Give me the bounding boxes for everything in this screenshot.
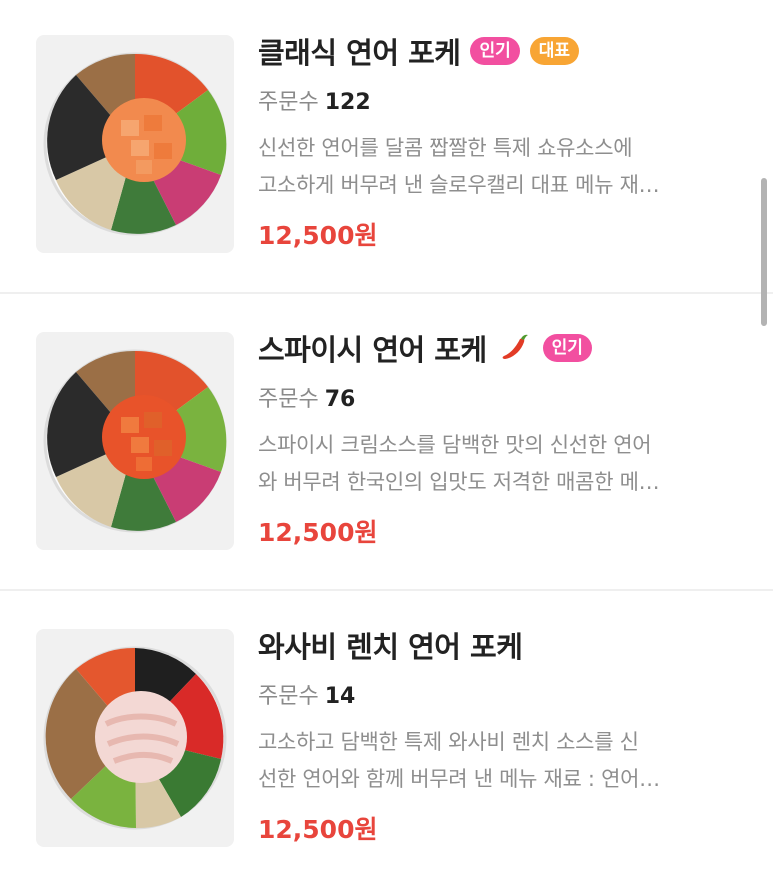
menu-item-title-row: 스파이시 연어 포케 인기 xyxy=(258,328,592,368)
menu-item-wasabi-ranch-salmon-poke[interactable]: 와사비 렌치 연어 포케 주문수 14 고소하고 담백한 특제 와사비 렌치 소스… xyxy=(0,594,773,890)
description-line: 신선한 연어를 달콤 짭짤한 특제 쇼유소스에 xyxy=(258,136,633,160)
order-count-label: 주문수 xyxy=(258,90,319,115)
menu-item-description: 고소하고 담백한 특제 와사비 렌치 소스를 신 선한 연어와 함께 버무려 낸… xyxy=(258,724,740,798)
menu-item-title: 클래식 연어 포케 xyxy=(258,36,461,70)
divider xyxy=(0,292,773,294)
menu-item-title-row: 와사비 렌치 연어 포케 xyxy=(258,625,523,665)
menu-item-classic-salmon-poke[interactable]: 클래식 연어 포케 인기 대표 주문수 122 신선한 연어를 달콤 짭짤한 특제… xyxy=(0,0,773,296)
signature-badge: 대표 xyxy=(529,37,580,65)
menu-item-description: 신선한 연어를 달콤 짭짤한 특제 쇼유소스에 고소하게 버무려 낸 슬로우캘리… xyxy=(258,130,740,204)
menu-item-price: 12,500원 xyxy=(258,518,378,547)
description-line: 와 버무려 한국인의 입맛도 저격한 매콤한 메… xyxy=(258,470,660,494)
description-line: 고소하고 담백한 특제 와사비 렌치 소스를 신 xyxy=(258,730,639,754)
chili-pepper-icon xyxy=(499,331,533,365)
menu-item-description: 스파이시 크림소스를 담백한 맛의 신선한 연어 와 버무려 한국인의 입맛도 … xyxy=(258,427,740,501)
order-count: 주문수 122 xyxy=(258,87,371,119)
menu-item-title: 와사비 렌치 연어 포케 xyxy=(258,630,523,664)
description-line: 고소하게 버무려 낸 슬로우캘리 대표 메뉴 재… xyxy=(258,173,660,197)
popular-badge: 인기 xyxy=(470,37,520,65)
order-count-value: 14 xyxy=(324,684,356,709)
menu-item-image[interactable] xyxy=(36,332,234,550)
menu-item-title-row: 클래식 연어 포케 인기 대표 xyxy=(258,31,580,71)
popular-badge: 인기 xyxy=(542,334,592,362)
menu-item-spicy-salmon-poke[interactable]: 스파이시 연어 포케 인기 주문수 76 스파이시 크림소스를 담백한 맛의 신선… xyxy=(0,297,773,593)
scrollbar[interactable] xyxy=(761,178,767,326)
menu-item-price: 12,500원 xyxy=(258,815,378,844)
order-count-label: 주문수 xyxy=(258,387,319,412)
order-count-value: 76 xyxy=(324,387,356,412)
order-count: 주문수 76 xyxy=(258,384,355,416)
menu-item-image[interactable] xyxy=(36,629,234,847)
description-line: 선한 연어와 함께 버무려 낸 메뉴 재료 : 연어… xyxy=(258,767,660,791)
divider xyxy=(0,589,773,591)
menu-item-image[interactable] xyxy=(36,35,234,253)
menu-item-price: 12,500원 xyxy=(258,221,378,250)
description-line: 스파이시 크림소스를 담백한 맛의 신선한 연어 xyxy=(258,433,652,457)
menu-item-title: 스파이시 연어 포케 xyxy=(258,333,487,367)
order-count-value: 122 xyxy=(324,90,371,115)
order-count: 주문수 14 xyxy=(258,681,355,713)
order-count-label: 주문수 xyxy=(258,684,319,709)
